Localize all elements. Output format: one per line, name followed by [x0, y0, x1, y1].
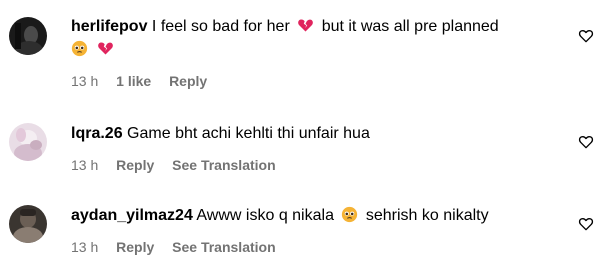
comment-meta: 13 h 1 like Reply — [71, 73, 221, 89]
comment-text: I feel so bad for her — [151, 18, 290, 35]
like-heart-icon[interactable] — [578, 134, 594, 150]
username[interactable]: lqra.26 — [71, 125, 123, 142]
see-translation-button[interactable]: See Translation — [172, 239, 275, 255]
pleading-face-emoji — [71, 40, 88, 57]
avatar[interactable] — [9, 123, 47, 161]
comment-emoji-line — [71, 39, 561, 61]
avatar[interactable] — [9, 205, 47, 243]
reply-button[interactable]: Reply — [116, 157, 154, 173]
username[interactable]: herlifepov — [71, 18, 147, 35]
comment-body: aydan_yilmaz24 Awww isko q nikala sehris… — [71, 205, 561, 227]
comment-meta: 13 h Reply See Translation — [71, 157, 290, 173]
comment-meta: 13 h Reply See Translation — [71, 239, 290, 255]
comment-time: 13 h — [71, 239, 99, 255]
comment-text: Awww isko q nikala — [196, 207, 334, 224]
like-count[interactable]: 1 like — [116, 73, 151, 89]
comment-time: 13 h — [71, 73, 99, 89]
like-heart-icon[interactable] — [578, 216, 594, 232]
reply-button[interactable]: Reply — [116, 239, 154, 255]
avatar[interactable] — [9, 17, 47, 55]
broken-heart-emoji — [298, 19, 314, 32]
pleading-face-emoji — [342, 206, 358, 223]
comment-text-line: lqra.26 Game bht achi kehlti thi unfair … — [71, 123, 561, 145]
see-translation-button[interactable]: See Translation — [172, 157, 275, 173]
broken-heart-emoji — [98, 42, 114, 55]
comment-text-continued: sehrish ko nikalty — [365, 207, 489, 224]
comment-text-line: herlifepov I feel so bad for her but it … — [71, 16, 561, 38]
comment-body: herlifepov I feel so bad for her but it … — [71, 16, 561, 61]
comment-text-line: aydan_yilmaz24 Awww isko q nikala sehris… — [71, 205, 561, 227]
like-heart-icon[interactable] — [578, 28, 594, 44]
comment-time: 13 h — [71, 157, 99, 173]
comment-text-continued: but it was all pre planned — [321, 18, 499, 35]
username[interactable]: aydan_yilmaz24 — [71, 207, 193, 224]
comment-text: Game bht achi kehlti thi unfair hua — [127, 125, 370, 142]
reply-button[interactable]: Reply — [169, 73, 207, 89]
comment-body: lqra.26 Game bht achi kehlti thi unfair … — [71, 123, 561, 145]
